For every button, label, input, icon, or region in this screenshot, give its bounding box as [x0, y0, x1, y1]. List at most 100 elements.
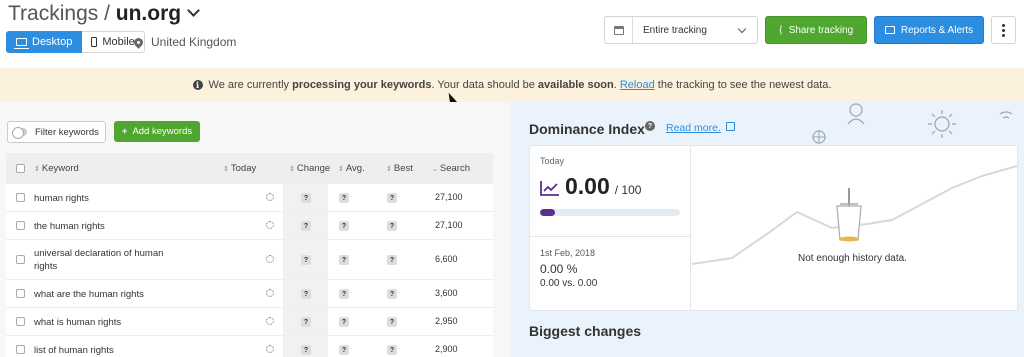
- trend-up-icon: [540, 181, 559, 196]
- table-body: human rights??? 27,100 the human rights???…: [6, 184, 493, 357]
- keyword-text: list of human rights: [34, 344, 114, 357]
- dominance-max: / 100: [614, 183, 642, 197]
- add-keywords-button[interactable]: + Add keywords: [114, 121, 200, 142]
- column-label: Avg.: [345, 163, 365, 174]
- notice-bold: available soon: [537, 79, 614, 91]
- loading-spinner-icon: [266, 345, 274, 353]
- no-history-text: Not enough history data.: [798, 253, 907, 264]
- help-icon[interactable]: ?: [645, 121, 655, 131]
- dominance-title: Dominance Index: [529, 121, 645, 137]
- row-checkbox[interactable]: [16, 255, 25, 264]
- dominance-summary: Today 0.00 / 100 1st Feb, 2018 0.00 % 0.…: [530, 146, 691, 310]
- location-label: United Kingdom: [151, 35, 237, 49]
- compare-values: 0.00 vs. 0.00: [540, 278, 598, 289]
- loading-spinner-icon: [266, 289, 274, 297]
- toggle-switch-icon: [12, 127, 27, 139]
- monitor-icon: [14, 38, 29, 49]
- loading-spinner-icon: [266, 193, 274, 201]
- page-title[interactable]: Trackings / un.org: [8, 2, 200, 26]
- keyword-line: human rights: [34, 193, 89, 204]
- calendar-icon: [605, 17, 633, 43]
- history-chart-placeholder: [692, 165, 1017, 265]
- column-label: Change: [296, 163, 331, 174]
- unknown-best-badge: ?: [387, 255, 397, 265]
- more-options-button[interactable]: [991, 16, 1016, 44]
- keyword-line: list of human rights: [34, 345, 114, 356]
- dominance-number: 0.00: [565, 173, 610, 199]
- chevron-down-icon[interactable]: [187, 4, 200, 17]
- select-all-checkbox[interactable]: [16, 164, 25, 173]
- sort-icon: ⇕: [338, 166, 344, 173]
- keyword-line: what is human rights: [34, 317, 122, 328]
- loading-spinner-icon: [266, 255, 274, 263]
- info-icon: i: [192, 80, 203, 90]
- search-volume: 2,950: [435, 316, 458, 326]
- external-link-icon[interactable]: [726, 122, 735, 131]
- location: United Kingdom: [132, 35, 237, 49]
- column-best[interactable]: ⇕ Best: [386, 163, 413, 174]
- keyword-text: what is human rights: [34, 316, 121, 329]
- reload-link[interactable]: Reload: [620, 79, 655, 91]
- date-range-select[interactable]: Entire tracking: [604, 16, 758, 44]
- keywords-table: ⇕ Keyword ⇕ Today ⇕ Change ⇕ Avg. ⇕ Best ⌄ Sea…: [6, 153, 493, 357]
- table-row[interactable]: list of human rights??? 2,900: [6, 336, 493, 357]
- unknown-change-badge: ?: [301, 255, 311, 265]
- column-label: Keyword: [41, 163, 79, 174]
- keyword-text: what are the human rights: [34, 288, 144, 301]
- column-keyword[interactable]: ⇕ Keyword: [34, 163, 79, 174]
- progress-fill: [540, 209, 556, 216]
- unknown-best-badge: ?: [387, 345, 397, 355]
- table-row[interactable]: human rights??? 27,100: [6, 184, 493, 212]
- column-today[interactable]: ⇕ Today: [223, 163, 256, 174]
- row-checkbox[interactable]: [16, 289, 25, 298]
- notice-part: . Your data should be: [431, 79, 538, 91]
- row-checkbox[interactable]: [16, 317, 25, 326]
- table-row[interactable]: what is human rights??? 2,950: [6, 308, 493, 336]
- keyword-line: universal declaration of human: [34, 248, 164, 259]
- row-checkbox[interactable]: [16, 221, 25, 230]
- column-label: Search: [439, 163, 470, 174]
- share-tracking-button[interactable]: ⟨ Share tracking: [765, 16, 867, 44]
- title-prefix: Trackings /: [8, 2, 116, 25]
- search-volume: 27,100: [435, 192, 463, 202]
- unknown-change-badge: ?: [301, 345, 311, 355]
- table-row[interactable]: what are the human rights??? 3,600: [6, 280, 493, 308]
- mobile-label: Mobile: [102, 36, 135, 48]
- keyword-text: the human rights: [34, 220, 105, 233]
- decorative-doodles: [847, 103, 1013, 138]
- unknown-avg-badge: ?: [339, 221, 349, 231]
- dominance-card: Today 0.00 / 100 1st Feb, 2018 0.00 % 0.…: [529, 145, 1018, 311]
- biggest-changes-title: Biggest changes: [529, 323, 642, 339]
- read-more-link[interactable]: Read more.: [666, 122, 721, 134]
- unknown-change-badge: ?: [301, 193, 311, 203]
- column-label: Today: [230, 163, 257, 174]
- today-label: Today: [540, 156, 565, 166]
- table-row[interactable]: the human rights??? 27,100: [6, 212, 493, 240]
- keyword-line: the human rights: [34, 221, 105, 232]
- column-change[interactable]: ⇕ Change: [289, 163, 330, 174]
- plus-icon: +: [121, 126, 128, 137]
- location-pin-icon: [132, 35, 145, 49]
- table-row[interactable]: universal declaration of human rights??? 6…: [6, 240, 493, 280]
- sort-icon: ⇕: [386, 166, 392, 173]
- unknown-avg-badge: ?: [339, 193, 349, 203]
- notice-text: We are currently processing your keyword…: [209, 79, 832, 91]
- filter-keywords-toggle[interactable]: Filter keywords: [7, 121, 106, 143]
- unknown-change-badge: ?: [301, 221, 311, 231]
- dominance-progress-bar: [540, 209, 680, 216]
- sort-icon: ⇕: [34, 166, 40, 173]
- keyword-line: what are the human rights: [34, 289, 144, 300]
- unknown-change-badge: ?: [301, 317, 311, 327]
- reports-label: Reports & Alerts: [900, 24, 974, 36]
- column-avg[interactable]: ⇕ Avg.: [338, 163, 365, 174]
- desktop-button[interactable]: Desktop: [6, 31, 83, 53]
- loading-spinner-icon: [266, 221, 274, 229]
- row-checkbox[interactable]: [16, 345, 25, 354]
- dominance-value: 0.00 / 100: [540, 173, 641, 200]
- column-search[interactable]: ⌄ Search: [432, 163, 470, 174]
- search-volume: 27,100: [435, 220, 463, 230]
- reports-alerts-button[interactable]: Reports & Alerts: [874, 16, 984, 44]
- unknown-avg-badge: ?: [339, 317, 349, 327]
- notice-bold: processing your keywords: [292, 79, 432, 91]
- row-checkbox[interactable]: [16, 193, 25, 202]
